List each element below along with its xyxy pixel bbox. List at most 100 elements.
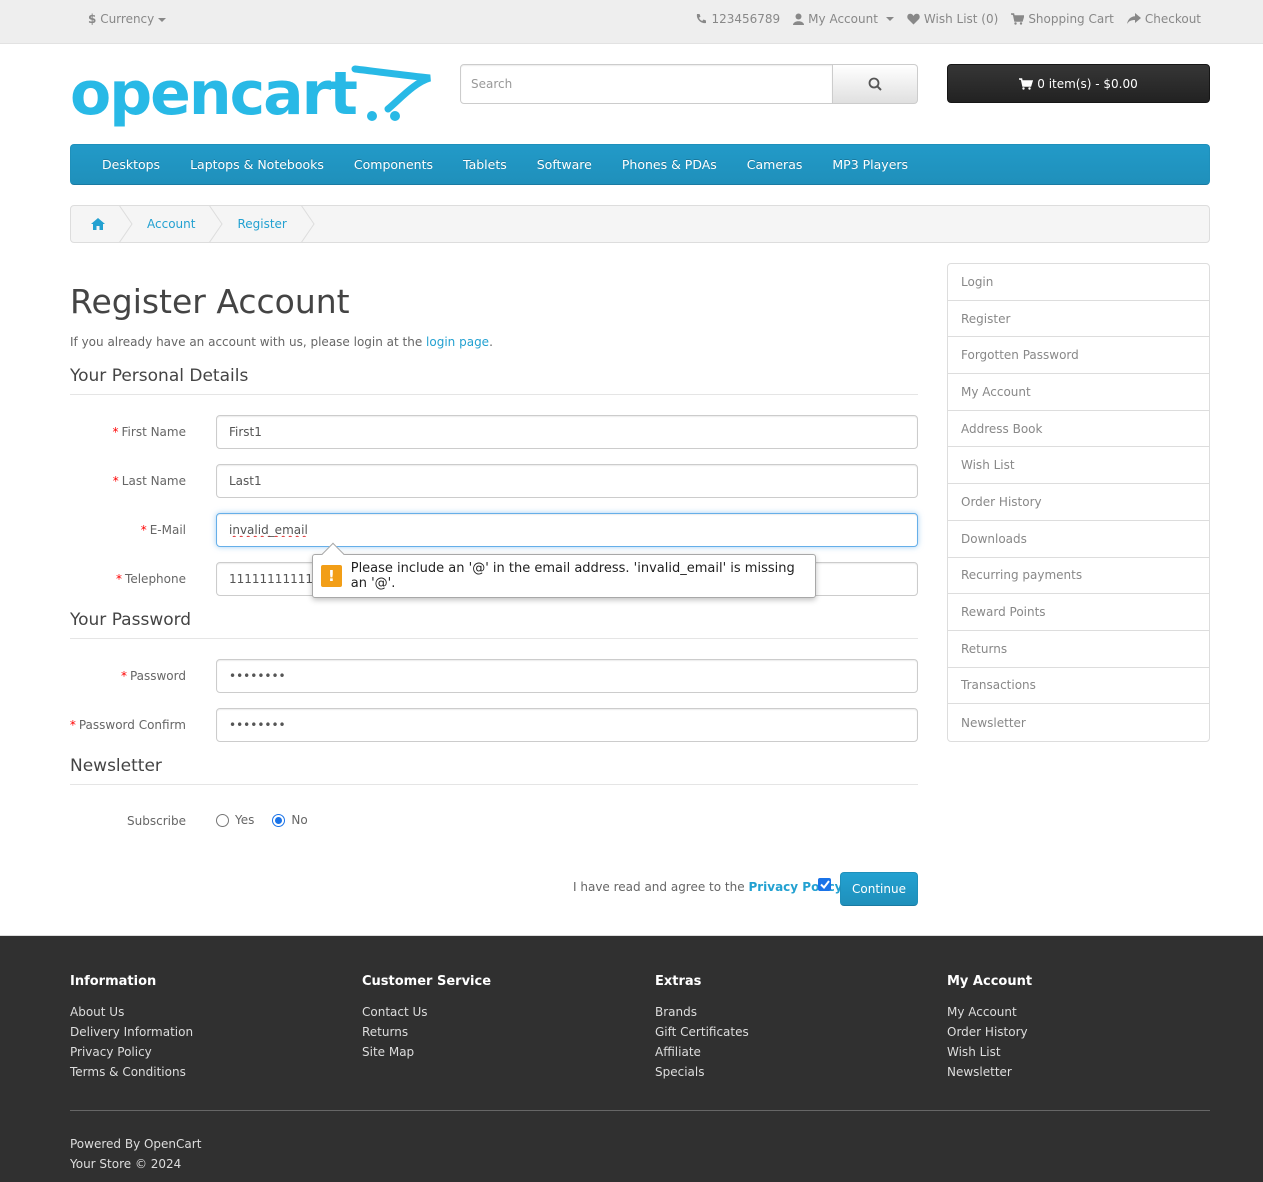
menu-item-mp3[interactable]: MP3 Players <box>817 157 923 172</box>
agree-section: I have read and agree to the Privacy Pol… <box>573 872 918 906</box>
first-name-row: * First Name <box>70 415 918 464</box>
menu-item-desktops[interactable]: Desktops <box>87 157 175 172</box>
subscribe-yes-radio[interactable] <box>216 813 229 827</box>
login-page-link[interactable]: login page <box>426 335 489 349</box>
footer-link-delivery[interactable]: Delivery Information <box>70 1022 193 1042</box>
footer-link-returns[interactable]: Returns <box>362 1022 491 1042</box>
password-field[interactable] <box>216 659 918 693</box>
heart-icon <box>907 13 920 25</box>
intro-suffix: . <box>489 335 493 349</box>
menu-item-laptops[interactable]: Laptops & Notebooks <box>175 157 339 172</box>
footer-link-terms[interactable]: Terms & Conditions <box>70 1062 193 1082</box>
last-name-field[interactable] <box>216 464 918 498</box>
footer-link-affiliate[interactable]: Affiliate <box>655 1042 749 1062</box>
wish-list-label: Wish List (0) <box>923 12 999 26</box>
opencart-link[interactable]: OpenCart <box>144 1137 201 1151</box>
caret-down-icon <box>158 17 167 22</box>
breadcrumb-separator <box>300 205 315 243</box>
sidebar-item-recurring-payments[interactable]: Recurring payments <box>948 558 1209 595</box>
main-menu: Desktops Laptops & Notebooks Components … <box>70 144 1210 185</box>
user-icon <box>793 13 805 25</box>
cart-button[interactable]: 0 item(s) - $0.00 <box>947 64 1210 103</box>
shopping-cart-link[interactable]: Shopping Cart <box>1011 12 1114 26</box>
breadcrumb-register[interactable]: Register <box>223 206 300 242</box>
cart-icon <box>1019 77 1034 90</box>
sidebar-item-address-book[interactable]: Address Book <box>948 411 1209 448</box>
sidebar-item-forgotten-password[interactable]: Forgotten Password <box>948 337 1209 375</box>
footer-link-order-history[interactable]: Order History <box>947 1022 1032 1042</box>
powered-by: Powered By OpenCart <box>70 1137 202 1151</box>
footer-link-sitemap[interactable]: Site Map <box>362 1042 491 1062</box>
top-bar: $ Currency 123456789 My Account Wish Lis… <box>0 0 1263 44</box>
agree-text: I have read and agree to the Privacy Pol… <box>573 880 843 894</box>
opencart-logo[interactable]: opencart <box>70 59 432 134</box>
my-account-dropdown[interactable]: My Account <box>793 12 894 26</box>
telephone-label: * Telephone <box>116 572 186 586</box>
menu-item-components[interactable]: Components <box>339 157 448 172</box>
checkmark-icon <box>819 880 830 889</box>
sidebar-item-newsletter[interactable]: Newsletter <box>948 704 1209 741</box>
phone-link[interactable]: 123456789 <box>695 12 780 26</box>
share-icon <box>1126 13 1141 24</box>
footer: Information About Us Delivery Informatio… <box>0 935 1263 1182</box>
sidebar-item-downloads[interactable]: Downloads <box>948 521 1209 558</box>
footer-link-specials[interactable]: Specials <box>655 1062 749 1082</box>
email-validation-tooltip: ! Please include an '@' in the email add… <box>312 542 816 598</box>
wish-list-link[interactable]: Wish List (0) <box>907 12 998 26</box>
footer-link-privacy[interactable]: Privacy Policy <box>70 1042 193 1062</box>
email-field[interactable] <box>216 513 918 547</box>
sidebar-item-my-account[interactable]: My Account <box>948 374 1209 411</box>
sidebar-item-register[interactable]: Register <box>948 301 1209 338</box>
footer-link-contact[interactable]: Contact Us <box>362 1002 491 1022</box>
sidebar-item-reward-points[interactable]: Reward Points <box>948 594 1209 631</box>
breadcrumb-account[interactable]: Account <box>133 206 209 242</box>
newsletter-legend: Newsletter <box>70 756 918 785</box>
checkout-label: Checkout <box>1144 12 1201 26</box>
personal-details-legend: Your Personal Details <box>70 366 918 395</box>
menu-item-software[interactable]: Software <box>522 157 607 172</box>
sidebar-item-transactions[interactable]: Transactions <box>948 668 1209 705</box>
subscribe-yes-label: Yes <box>235 813 255 827</box>
sidebar-item-returns[interactable]: Returns <box>948 631 1209 668</box>
breadcrumb-home[interactable] <box>71 206 119 242</box>
breadcrumb-separator <box>119 205 133 243</box>
sidebar-item-wish-list[interactable]: Wish List <box>948 447 1209 485</box>
password-confirm-field[interactable] <box>216 708 918 742</box>
continue-button[interactable]: Continue <box>840 872 918 906</box>
menu-item-phones[interactable]: Phones & PDAs <box>607 157 732 172</box>
footer-link-wish-list[interactable]: Wish List <box>947 1042 1032 1062</box>
first-name-label: * First Name <box>112 425 186 439</box>
logo-wordmark: opencart <box>70 64 357 129</box>
last-name-label: * Last Name <box>112 474 186 488</box>
checkout-link[interactable]: Checkout <box>1126 12 1201 26</box>
last-name-row: * Last Name <box>70 464 918 513</box>
menu-item-tablets[interactable]: Tablets <box>448 157 522 172</box>
home-icon <box>91 218 105 230</box>
password-label: * Password <box>120 669 186 683</box>
subscribe-no-label: No <box>291 813 308 827</box>
sidebar-item-login[interactable]: Login <box>948 264 1209 301</box>
subscribe-no-radio[interactable] <box>272 813 286 827</box>
intro-prefix: If you already have an account with us, … <box>70 335 427 349</box>
logo-graphic: opencart <box>70 59 432 129</box>
page-title: Register Account <box>70 282 350 321</box>
validation-message: Please include an '@' in the email addre… <box>350 561 795 591</box>
footer-link-newsletter[interactable]: Newsletter <box>947 1062 1032 1082</box>
email-label: * E-Mail <box>140 523 186 537</box>
search-button[interactable] <box>833 64 918 104</box>
footer-link-gift-certificates[interactable]: Gift Certificates <box>655 1022 749 1042</box>
password-confirm-label: * Password Confirm <box>69 718 186 732</box>
currency-dropdown[interactable]: $ Currency <box>88 12 167 26</box>
search-icon <box>868 77 882 91</box>
first-name-field[interactable] <box>216 415 918 449</box>
subscribe-row: Subscribe Yes No <box>70 812 918 861</box>
menu-item-cameras[interactable]: Cameras <box>732 157 818 172</box>
footer-link-brands[interactable]: Brands <box>655 1002 749 1022</box>
agree-checkbox[interactable] <box>818 878 831 891</box>
footer-link-my-account[interactable]: My Account <box>947 1002 1032 1022</box>
sidebar-item-order-history[interactable]: Order History <box>948 484 1209 521</box>
footer-link-about-us[interactable]: About Us <box>70 1002 193 1022</box>
phone-number: 123456789 <box>711 12 781 26</box>
search-input[interactable] <box>460 64 833 104</box>
footer-heading: Extras <box>655 974 702 989</box>
